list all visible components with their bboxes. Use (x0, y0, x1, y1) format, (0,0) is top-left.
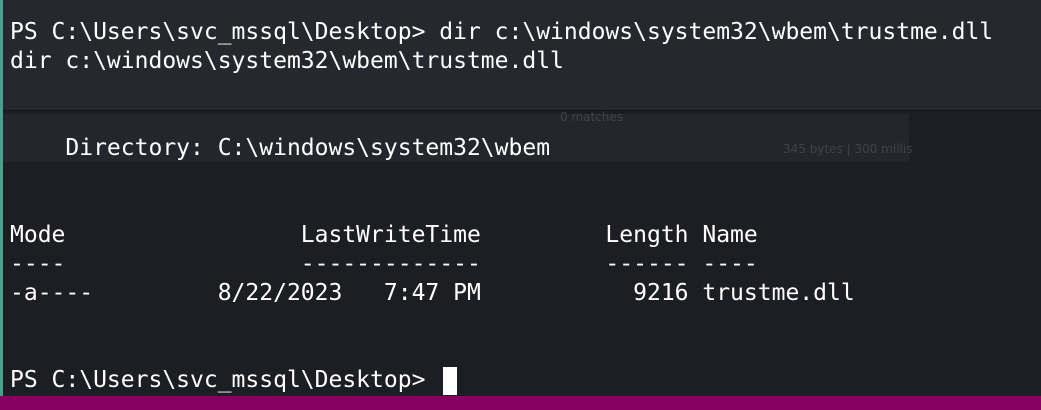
listing-separator-row: ---- ------------- ------ ---- (10, 251, 758, 277)
listing-file-row: -a---- 8/22/2023 7:47 PM 9216 trustme.dl… (10, 280, 855, 306)
command-prompt-line: PS C:\Users\svc_mssql\Desktop> dir c:\wi… (10, 19, 994, 45)
current-prompt-line[interactable]: PS C:\Users\svc_mssql\Desktop> (10, 366, 439, 395)
terminal-window[interactable]: 0 matches 345 bytes | 300 millis PS C:\U… (0, 0, 1041, 410)
directory-heading: Directory: C:\windows\system32\wbem (10, 135, 551, 161)
overlay-matches-text: 0 matches (560, 110, 624, 124)
listing-header-row: Mode LastWriteTime Length Name (10, 222, 758, 248)
text-cursor (443, 367, 457, 395)
overlay-stats-text: 345 bytes | 300 millis (783, 142, 913, 156)
command-echo-line: dir c:\windows\system32\wbem\trustme.dll (10, 48, 564, 74)
terminal-status-bar (0, 396, 1041, 410)
